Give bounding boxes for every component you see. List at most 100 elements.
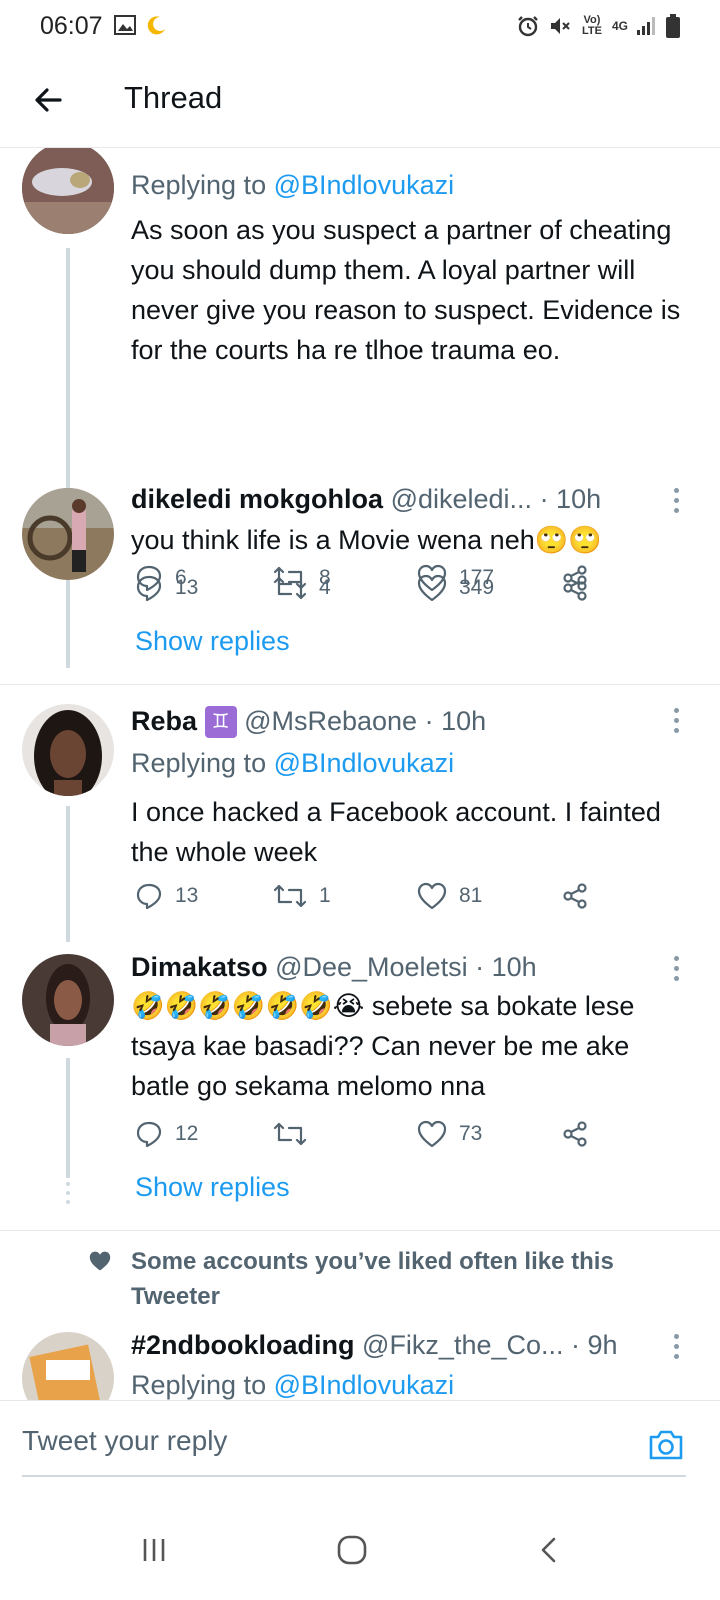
share-button[interactable] xyxy=(561,574,589,602)
retweet-button[interactable]: 1 xyxy=(273,882,331,910)
tweet-header: Reba ♊ @MsRebaone · 10h xyxy=(131,706,486,738)
reply-icon xyxy=(136,575,162,602)
tweet[interactable]: Dimakatso @Dee_Moeletsi · 10h 🤣🤣🤣🤣🤣🤣😭 se… xyxy=(0,948,720,1226)
like-icon xyxy=(417,882,447,910)
reply-button[interactable]: 13 xyxy=(135,574,198,602)
network-label: 4G xyxy=(611,19,628,33)
tweet-header: dikeledi mokgohloa @dikeledi... · 10h xyxy=(131,484,601,515)
reply-count: 12 xyxy=(175,1122,199,1145)
reply-count: 13 xyxy=(175,576,199,599)
like-button[interactable]: 349 xyxy=(417,574,494,602)
avatar[interactable] xyxy=(22,704,114,796)
status-time: 06:07 xyxy=(40,12,103,40)
replying-to-label: Replying to xyxy=(131,1370,267,1400)
divider xyxy=(0,684,720,685)
reply-button[interactable]: 13 xyxy=(135,882,198,910)
reply-icon xyxy=(136,1121,162,1148)
reply-button[interactable]: 12 xyxy=(135,1120,198,1148)
retweet-count: 4 xyxy=(319,576,331,599)
like-count: 81 xyxy=(459,884,483,907)
more-button[interactable] xyxy=(674,956,680,986)
system-nav-bar xyxy=(0,1500,720,1600)
divider xyxy=(0,1230,720,1231)
tweet[interactable]: dikeledi mokgohloa @dikeledi... · 10h yo… xyxy=(0,478,720,678)
volte-label: Vo) LTE xyxy=(580,15,604,37)
share-button[interactable] xyxy=(561,1120,589,1148)
tweet-text: 🤣🤣🤣🤣🤣🤣😭 sebete sa bokate lese tsaya kae … xyxy=(131,991,635,1101)
more-button[interactable] xyxy=(674,1334,680,1364)
tweet-header: Dimakatso @Dee_Moeletsi · 10h xyxy=(131,952,537,983)
author-name[interactable]: #2ndbookloading xyxy=(131,1330,355,1360)
share-icon xyxy=(563,1121,587,1147)
retweet-button[interactable] xyxy=(273,1120,319,1148)
mention-link[interactable]: @BIndlovukazi xyxy=(274,1370,455,1400)
tweet-text: I once hacked a Facebook account. I fain… xyxy=(131,797,661,867)
heart-icon xyxy=(89,1251,111,1271)
avatar-photo xyxy=(22,954,114,1046)
like-button[interactable]: 81 xyxy=(417,882,482,910)
recents-icon xyxy=(143,1539,165,1561)
like-button[interactable]: 73 xyxy=(417,1120,482,1148)
mute-icon xyxy=(550,18,570,34)
tweet-time: · 10h xyxy=(539,484,602,514)
more-icon xyxy=(674,956,680,981)
more-button[interactable] xyxy=(674,488,680,518)
author-name[interactable]: Reba xyxy=(131,706,197,736)
avatar[interactable] xyxy=(22,488,114,580)
avatar[interactable] xyxy=(22,1332,114,1400)
author-name[interactable]: dikeledi mokgohloa xyxy=(131,484,383,514)
volte-text: Vo) LTE xyxy=(582,14,602,37)
like-count: 73 xyxy=(459,1122,483,1145)
tweet-text: As soon as you suspect a partner of chea… xyxy=(131,215,681,365)
thread-feed[interactable]: Replying to @BIndlovukazi As soon as you… xyxy=(0,148,720,1400)
app-header: Thread xyxy=(0,54,720,148)
show-replies-link[interactable]: Show replies xyxy=(135,626,290,657)
tweet-actions: 12 73 xyxy=(131,1120,601,1154)
share-button[interactable] xyxy=(561,882,589,910)
camera-button[interactable] xyxy=(646,1425,686,1465)
camera-icon xyxy=(649,1430,683,1460)
tweet-time: · 10h xyxy=(424,706,487,736)
retweet-icon xyxy=(273,576,307,600)
social-context: Some accounts you’ve liked often like th… xyxy=(131,1248,614,1310)
home-button[interactable] xyxy=(330,1528,374,1572)
thread-line xyxy=(66,806,70,942)
like-icon xyxy=(417,574,447,602)
retweet-icon xyxy=(273,1122,307,1146)
tweet-actions: 13 1 81 xyxy=(131,882,601,916)
image-icon xyxy=(114,15,136,35)
mention-link[interactable]: @BIndlovukazi xyxy=(274,170,455,200)
more-icon xyxy=(674,708,680,733)
retweet-button[interactable]: 4 xyxy=(273,574,331,602)
author-handle[interactable]: @Dee_Moeletsi xyxy=(275,952,468,982)
share-icon xyxy=(563,575,587,601)
signal-icon xyxy=(637,17,655,35)
system-back-button[interactable] xyxy=(528,1528,572,1572)
reply-input[interactable]: Tweet your reply xyxy=(22,1425,227,1457)
reply-count: 13 xyxy=(175,884,199,907)
author-name[interactable]: Dimakatso xyxy=(131,952,268,982)
alarm-icon xyxy=(518,16,538,37)
show-replies-link[interactable]: Show replies xyxy=(135,1172,290,1203)
author-handle[interactable]: @MsRebaone xyxy=(244,706,417,736)
avatar[interactable] xyxy=(22,954,114,1046)
avatar-photo xyxy=(22,148,114,234)
tweet-actions: 13 4 349 xyxy=(131,574,601,608)
back-button[interactable] xyxy=(30,82,66,118)
author-handle[interactable]: @dikeledi... xyxy=(391,484,532,514)
recents-button[interactable] xyxy=(132,1528,176,1572)
reply-input-underline xyxy=(22,1475,686,1477)
tweet[interactable]: Some accounts you’ve liked often like th… xyxy=(0,1238,720,1400)
night-mode-icon xyxy=(147,16,165,35)
tweet-time: · 10h xyxy=(475,952,537,982)
mention-link[interactable]: @BIndlovukazi xyxy=(274,748,455,778)
tweet[interactable]: Reba ♊ @MsRebaone · 10h Replying to @BIn… xyxy=(0,694,720,942)
status-bar: 06:07 Vo) LTE 4G xyxy=(0,0,720,54)
more-button[interactable] xyxy=(674,708,680,738)
avatar[interactable] xyxy=(22,148,114,234)
zodiac-badge: ♊ xyxy=(204,706,237,738)
replying-to-label: Replying to xyxy=(131,748,267,778)
share-icon xyxy=(563,883,587,909)
author-handle[interactable]: @Fikz_the_Co... xyxy=(362,1330,564,1360)
more-icon xyxy=(674,488,680,513)
